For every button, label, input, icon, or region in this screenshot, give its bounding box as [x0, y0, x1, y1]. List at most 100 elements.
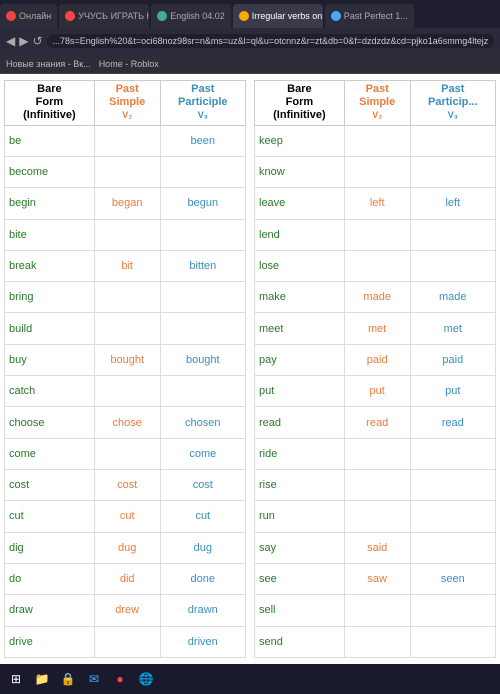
past-simple-cell: cut — [94, 501, 160, 532]
past-simple-cell — [94, 438, 160, 469]
past-participle-cell — [160, 156, 245, 187]
bare-form-cell: do — [5, 563, 95, 594]
past-participle-cell: bitten — [160, 250, 245, 281]
taskbar-windows-icon[interactable]: ⊞ — [6, 669, 26, 689]
past-participle-cell: dug — [160, 532, 245, 563]
bare-form-cell: lend — [255, 219, 345, 250]
tab-past-perfect[interactable]: Past Perfect 1... — [325, 4, 414, 28]
taskbar-lock-icon[interactable]: 🔒 — [58, 669, 78, 689]
past-simple-cell: left — [344, 188, 410, 219]
table-row: catch — [5, 376, 246, 407]
taskbar: ⊞ 📁 🔒 ✉ ● 🌐 — [0, 664, 500, 694]
table-row: costcostcost — [5, 470, 246, 501]
past-simple-cell — [94, 125, 160, 156]
bare-form-cell: meet — [255, 313, 345, 344]
table-row: saysaid — [255, 532, 496, 563]
tab-english[interactable]: English 04.02 — [151, 4, 231, 28]
past-simple-cell: dug — [94, 532, 160, 563]
past-participle-cell: bought — [160, 344, 245, 375]
bare-form-cell: rise — [255, 470, 345, 501]
table-row: bite — [5, 219, 246, 250]
table-row: build — [5, 313, 246, 344]
bare-form-cell: choose — [5, 407, 95, 438]
past-participle-cell: cost — [160, 470, 245, 501]
tab-irregular[interactable]: Irregular verbs online exerc... — [233, 4, 323, 28]
past-participle-cell: left — [410, 188, 495, 219]
bare-form-cell: bring — [5, 282, 95, 313]
table-row: dodiddone — [5, 563, 246, 594]
table-row: makemademade — [255, 282, 496, 313]
bookmark-2[interactable]: Home - Roblox — [99, 59, 159, 69]
taskbar-circle-icon[interactable]: ● — [110, 669, 130, 689]
past-participle-cell: read — [410, 407, 495, 438]
tab-bar: Онлайн УЧУСЬ ИГРАТЬ НА ГИТАРЕ English 04… — [0, 0, 500, 28]
table-row: keep — [255, 125, 496, 156]
table-row: bring — [5, 282, 246, 313]
past-simple-cell — [344, 501, 410, 532]
past-participle-cell: drawn — [160, 595, 245, 626]
bare-form-cell: sell — [255, 595, 345, 626]
bare-form-cell: run — [255, 501, 345, 532]
past-participle-cell — [160, 313, 245, 344]
bare-form-cell: break — [5, 250, 95, 281]
table2-pp-sub: V₃ — [448, 110, 458, 120]
bare-form-cell: drive — [5, 626, 95, 657]
past-simple-cell — [94, 282, 160, 313]
past-simple-cell — [94, 376, 160, 407]
bare-form-cell: cut — [5, 501, 95, 532]
bare-form-cell: leave — [255, 188, 345, 219]
forward-icon[interactable]: ▶ — [19, 34, 28, 48]
table-row: paypaidpaid — [255, 344, 496, 375]
bare-form-cell: read — [255, 407, 345, 438]
past-simple-cell — [344, 470, 410, 501]
bare-form-cell: send — [255, 626, 345, 657]
taskbar-folder-icon[interactable]: 📁 — [32, 669, 52, 689]
past-simple-cell: chose — [94, 407, 160, 438]
tab-guitar-label: УЧУСЬ ИГРАТЬ НА ГИТАРЕ — [78, 11, 149, 21]
past-participle-cell: driven — [160, 626, 245, 657]
table-row: bebeen — [5, 125, 246, 156]
bookmarks-bar: Новые знания - Вк... Home - Roblox — [0, 54, 500, 74]
bare-form-cell: lose — [255, 250, 345, 281]
refresh-icon[interactable]: ↺ — [32, 34, 42, 48]
past-participle-cell — [410, 219, 495, 250]
table-row: seesawseen — [255, 563, 496, 594]
taskbar-chrome-icon[interactable]: 🌐 — [136, 669, 156, 689]
tab-online[interactable]: Онлайн — [0, 4, 57, 28]
table-row: ride — [255, 438, 496, 469]
table-row: comecome — [5, 438, 246, 469]
past-simple-cell: met — [344, 313, 410, 344]
table1-pp-sub: V₃ — [198, 110, 208, 120]
verb-table-2: BareForm(Infinitive) PastSimpleV₂ PastPa… — [254, 80, 496, 658]
past-participle-cell: seen — [410, 563, 495, 594]
past-simple-cell: made — [344, 282, 410, 313]
table-row: buyboughtbought — [5, 344, 246, 375]
verb-tables-container: BareForm(Infinitive) PastSimpleV₂ PastPa… — [0, 74, 500, 664]
past-simple-cell — [344, 438, 410, 469]
verb-table-1: BareForm(Infinitive) PastSimpleV₂ PastPa… — [4, 80, 246, 658]
taskbar-mail-icon[interactable]: ✉ — [84, 669, 104, 689]
bookmark-1[interactable]: Новые знания - Вк... — [6, 59, 91, 69]
past-participle-cell: been — [160, 125, 245, 156]
past-simple-cell — [344, 125, 410, 156]
bare-form-cell: put — [255, 376, 345, 407]
past-participle-cell: paid — [410, 344, 495, 375]
table-row: choosechosechosen — [5, 407, 246, 438]
bare-form-cell: keep — [255, 125, 345, 156]
bare-form-cell: buy — [5, 344, 95, 375]
table-row: run — [255, 501, 496, 532]
table-row: lend — [255, 219, 496, 250]
past-simple-cell: saw — [344, 563, 410, 594]
address-input[interactable] — [47, 34, 494, 48]
past-participle-cell: cut — [160, 501, 245, 532]
past-participle-cell: begun — [160, 188, 245, 219]
table1-header-pp: PastParticipleV₃ — [160, 81, 245, 126]
tab-guitar[interactable]: УЧУСЬ ИГРАТЬ НА ГИТАРЕ — [59, 4, 149, 28]
bare-form-cell: ride — [255, 438, 345, 469]
past-simple-cell — [94, 156, 160, 187]
tab-past-perfect-label: Past Perfect 1... — [344, 11, 408, 21]
table1-ps-sub: V₂ — [122, 110, 132, 120]
tab-english-label: English 04.02 — [170, 11, 225, 21]
back-icon[interactable]: ◀ — [6, 34, 15, 48]
table1-header-ps: PastSimpleV₂ — [94, 81, 160, 126]
